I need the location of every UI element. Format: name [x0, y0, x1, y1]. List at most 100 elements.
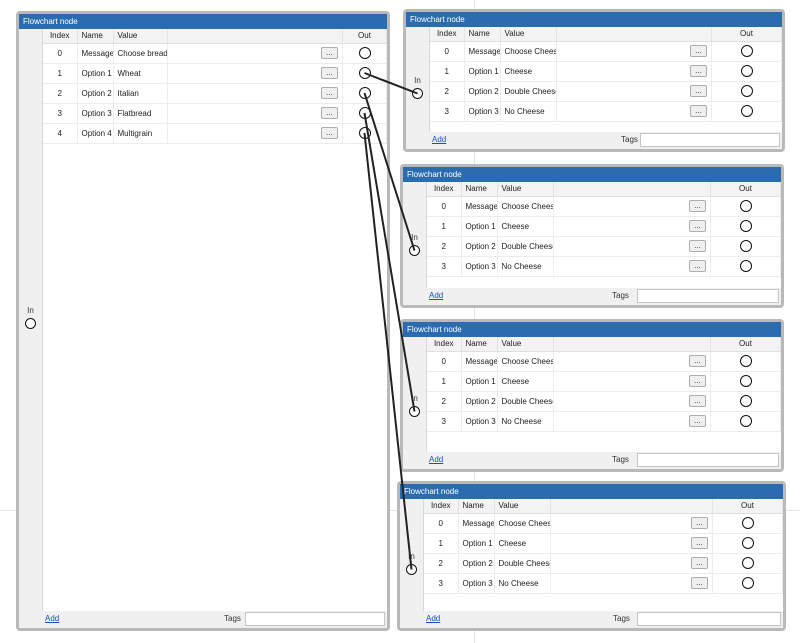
table-row[interactable]: 3 Option 3 No Cheese... — [427, 411, 781, 432]
table-row[interactable]: 0MessageChoose Cheese.... — [427, 196, 781, 217]
row-value[interactable]: No Cheese — [497, 256, 554, 277]
flowchart-node[interactable]: Flowchart node In Index Name Value Out 0 Messag… — [400, 164, 784, 308]
edit-value-button[interactable]: ... — [690, 65, 707, 77]
table-row[interactable]: 2 Option 2 Double Cheese... — [427, 236, 781, 257]
row-value[interactable]: Wheat — [113, 63, 168, 84]
output-port[interactable] — [739, 200, 752, 212]
output-port[interactable] — [740, 105, 753, 117]
input-port[interactable] — [412, 88, 423, 99]
edit-value-button[interactable]: ... — [691, 577, 708, 589]
edit-value-button[interactable]: ... — [689, 220, 706, 232]
table-row[interactable]: 0MessageChoose Cheese.... — [430, 41, 782, 62]
table-row[interactable]: 1 Option 1 Cheese... — [427, 371, 781, 392]
add-row-link[interactable]: Add — [429, 455, 443, 464]
flowchart-node[interactable]: Flowchart node In Index Name Value Out 0 Messag… — [403, 9, 785, 152]
table-row[interactable]: 3 Option 3 Flatbread... — [43, 103, 387, 124]
edit-value-button[interactable]: ... — [689, 240, 706, 252]
table-row[interactable]: 1 Option 1 Cheese... — [427, 216, 781, 237]
tags-input[interactable] — [637, 289, 779, 303]
row-value[interactable]: Choose bread. — [113, 43, 168, 64]
edit-value-button[interactable]: ... — [321, 47, 338, 59]
row-value[interactable]: Cheese — [494, 533, 551, 554]
row-value[interactable]: Flatbread — [113, 103, 168, 124]
add-row-link[interactable]: Add — [429, 291, 443, 300]
edit-value-button[interactable]: ... — [690, 105, 707, 117]
table-row[interactable]: 1 Option 1 Cheese... — [430, 61, 782, 82]
edit-value-button[interactable]: ... — [691, 557, 708, 569]
tags-input[interactable] — [640, 133, 780, 147]
output-port[interactable] — [740, 85, 753, 97]
output-port[interactable] — [741, 557, 754, 569]
tags-input[interactable] — [245, 612, 385, 626]
table-row[interactable]: 2 Option 2 Double Cheese... — [424, 553, 783, 574]
output-port[interactable] — [358, 47, 371, 59]
output-port[interactable] — [739, 415, 752, 427]
row-value[interactable]: Choose Cheese. — [497, 196, 554, 217]
edit-value-button[interactable]: ... — [690, 45, 707, 57]
row-value[interactable]: Cheese — [497, 371, 554, 392]
table-row[interactable]: 2 Option 2 Italian... — [43, 83, 387, 104]
row-value[interactable]: Double Cheese — [494, 553, 551, 574]
edit-value-button[interactable]: ... — [689, 415, 706, 427]
table-row[interactable]: 0MessageChoose Cheese.... — [427, 351, 781, 372]
output-port[interactable] — [739, 240, 752, 252]
output-port[interactable] — [358, 67, 371, 79]
row-value[interactable]: Choose Cheese. — [497, 351, 554, 372]
input-port[interactable] — [406, 564, 417, 575]
output-port[interactable] — [739, 355, 752, 367]
add-row-link[interactable]: Add — [432, 135, 446, 144]
table-row[interactable]: 1 Option 1 Cheese... — [424, 533, 783, 554]
table-row[interactable]: 3 Option 3 No Cheese... — [430, 101, 782, 122]
output-port[interactable] — [739, 220, 752, 232]
input-port[interactable] — [409, 406, 420, 417]
row-value[interactable]: Choose Cheese. — [494, 513, 551, 534]
table-row[interactable]: 3 Option 3 No Cheese... — [424, 573, 783, 594]
edit-value-button[interactable]: ... — [689, 260, 706, 272]
edit-value-button[interactable]: ... — [321, 87, 338, 99]
output-port[interactable] — [739, 395, 752, 407]
flowchart-node[interactable]: Flowchart node In Index Name Value Out 0 Messag… — [16, 11, 390, 631]
table-row[interactable]: 2 Option 2 Double Cheese... — [427, 391, 781, 412]
table-row[interactable]: 0MessageChoose Cheese.... — [424, 513, 783, 534]
edit-value-button[interactable]: ... — [321, 127, 338, 139]
table-row[interactable]: 2 Option 2 Double Cheese... — [430, 81, 782, 102]
add-row-link[interactable]: Add — [45, 614, 59, 623]
edit-value-button[interactable]: ... — [691, 517, 708, 529]
output-port[interactable] — [358, 107, 371, 119]
input-port[interactable] — [409, 245, 420, 256]
row-value[interactable]: No Cheese — [494, 573, 551, 594]
output-port[interactable] — [740, 65, 753, 77]
edit-value-button[interactable]: ... — [689, 395, 706, 407]
output-port[interactable] — [739, 260, 752, 272]
edit-value-button[interactable]: ... — [691, 537, 708, 549]
input-port[interactable] — [25, 318, 36, 329]
row-value[interactable]: Double Cheese — [500, 81, 557, 102]
table-row[interactable]: 1 Option 1 Wheat... — [43, 63, 387, 84]
row-value[interactable]: Multigrain — [113, 123, 168, 144]
row-value[interactable]: No Cheese — [497, 411, 554, 432]
row-value[interactable]: No Cheese — [500, 101, 557, 122]
table-row[interactable]: 3 Option 3 No Cheese... — [427, 256, 781, 277]
output-port[interactable] — [741, 537, 754, 549]
flowchart-node[interactable]: Flowchart node In Index Name Value Out 0 Messag… — [400, 319, 784, 472]
edit-value-button[interactable]: ... — [321, 67, 338, 79]
row-value[interactable]: Cheese — [497, 216, 554, 237]
table-row[interactable]: 0 Message Choose bread.... — [43, 43, 387, 64]
edit-value-button[interactable]: ... — [689, 200, 706, 212]
edit-value-button[interactable]: ... — [689, 375, 706, 387]
output-port[interactable] — [741, 517, 754, 529]
tags-input[interactable] — [637, 612, 781, 626]
output-port[interactable] — [358, 87, 371, 99]
table-row[interactable]: 4 Option 4 Multigrain... — [43, 123, 387, 144]
row-value[interactable]: Double Cheese — [497, 236, 554, 257]
tags-input[interactable] — [637, 453, 779, 467]
output-port[interactable] — [358, 127, 371, 139]
add-row-link[interactable]: Add — [426, 614, 440, 623]
output-port[interactable] — [739, 375, 752, 387]
edit-value-button[interactable]: ... — [321, 107, 338, 119]
row-value[interactable]: Italian — [113, 83, 168, 104]
output-port[interactable] — [741, 577, 754, 589]
edit-value-button[interactable]: ... — [689, 355, 706, 367]
edit-value-button[interactable]: ... — [690, 85, 707, 97]
flowchart-node[interactable]: Flowchart node In Index Name Value Out 0 Messag… — [397, 481, 786, 631]
